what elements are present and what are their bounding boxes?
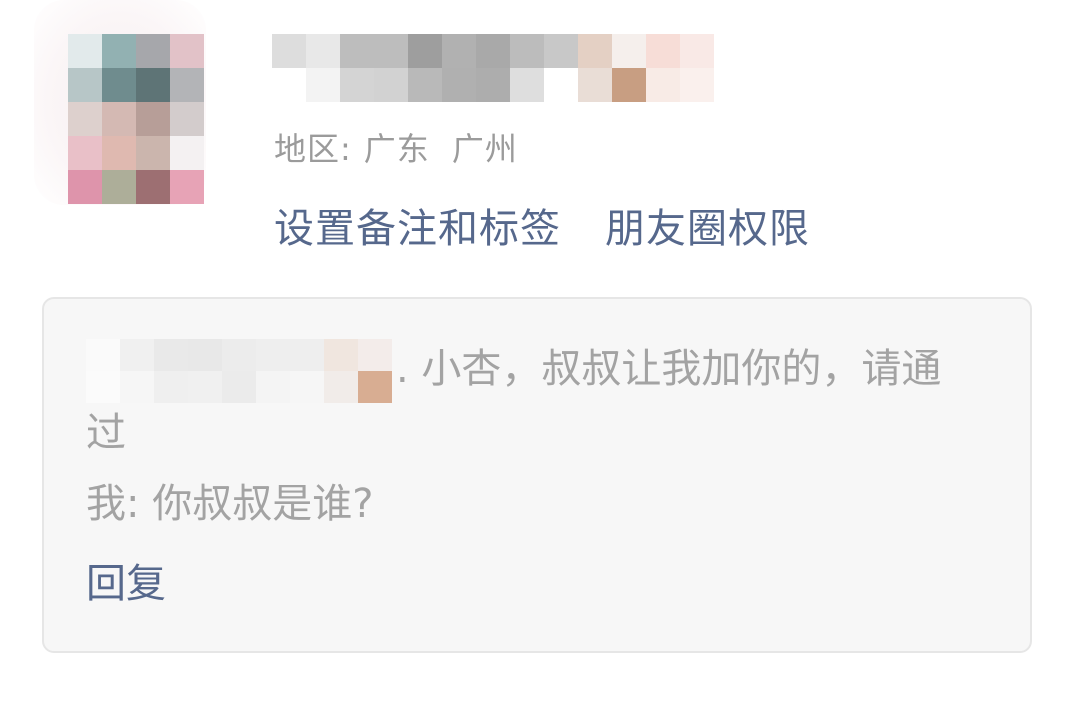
- set-remark-link[interactable]: 设置备注和标签: [274, 206, 561, 252]
- avatar-mosaic: [68, 34, 204, 204]
- my-reply-text: 我: 你叔叔是谁?: [86, 481, 374, 527]
- region-label: 地区:: [274, 130, 352, 168]
- verification-card: . 小杏，叔叔让我加你的，请通过 我: 你叔叔是谁? 回复: [42, 297, 1032, 653]
- region-city: 广州: [451, 130, 518, 168]
- reply-button[interactable]: 回复: [86, 551, 166, 609]
- sender-name-obscured: [86, 339, 392, 403]
- verification-message: . 小杏，叔叔让我加你的，请通过: [86, 339, 946, 463]
- moments-permission-link[interactable]: 朋友圈权限: [605, 206, 810, 252]
- contact-name-obscured: [272, 34, 716, 102]
- region-info: 地区: 广东 广州: [274, 124, 518, 170]
- contact-avatar[interactable]: [34, 0, 206, 205]
- contact-actions: 设置备注和标签 朋友圈权限: [274, 196, 810, 254]
- region-province: 广东: [363, 130, 430, 168]
